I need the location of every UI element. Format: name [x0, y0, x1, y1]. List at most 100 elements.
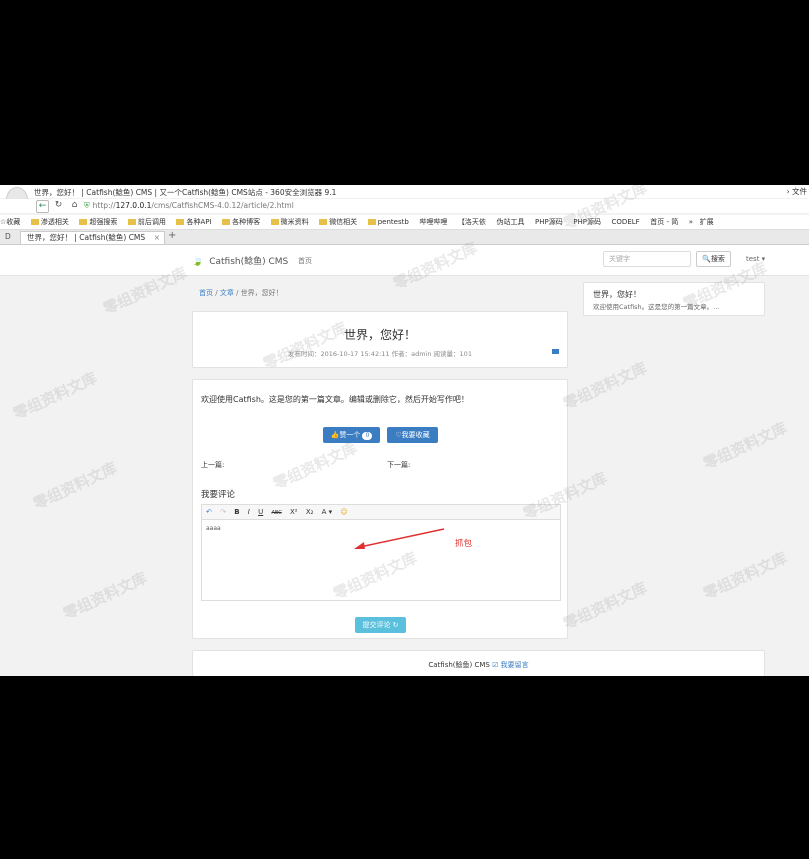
- site-brand[interactable]: 🍃 Catfish(鲶鱼) CMS: [192, 254, 288, 267]
- breadcrumb-home[interactable]: 首页: [199, 289, 213, 297]
- undo-icon[interactable]: ↶: [206, 505, 212, 520]
- breadcrumb-separator: /: [215, 289, 218, 297]
- redo-icon[interactable]: ↷: [220, 505, 226, 520]
- new-tab-icon[interactable]: +: [168, 230, 176, 241]
- search-button-label: 搜索: [710, 255, 725, 263]
- subscript-icon[interactable]: X₂: [306, 505, 314, 520]
- breadcrumb-separator: /: [236, 289, 239, 297]
- bookmark-item[interactable]: 各种博客: [222, 215, 264, 229]
- screenshot-area: 世界，您好！ | Catfish(鲶鱼) CMS | 又一个Catfish(鲶鱼…: [0, 185, 809, 676]
- sidebar-recent-panel: 世界，您好！ 欢迎使用Catfish。这是您的第一篇文章。...: [583, 282, 765, 316]
- bookmark-item[interactable]: CODELF: [612, 215, 644, 229]
- bookmark-item[interactable]: PHP源码: [535, 215, 567, 229]
- favorite-label: 我要收藏: [401, 431, 430, 439]
- bookmark-item[interactable]: 哔哩哔哩: [419, 215, 451, 229]
- address-bar-row: ← ↻ ⌂ ⛨ http://127.0.0.1/cms/CatfishCMS-4…: [0, 199, 809, 213]
- tab-sidebar-toggle[interactable]: D: [5, 232, 11, 241]
- search-input[interactable]: 关键字: [603, 251, 691, 267]
- bookmark-label: 【洛天依: [457, 218, 486, 226]
- sidebar-article-title[interactable]: 世界，您好！: [593, 289, 641, 300]
- bookmark-label: 前后调用: [137, 218, 166, 226]
- annotation-arrow-icon: [354, 528, 445, 549]
- footer-brand: Catfish(鲶鱼) CMS: [428, 661, 490, 669]
- shield-icon: ⛨: [84, 201, 90, 210]
- bookmark-favorites[interactable]: ☆收藏: [0, 215, 24, 229]
- bookmark-label: 哔哩哔哩: [419, 218, 448, 226]
- browser-titlebar: 世界，您好！ | Catfish(鲶鱼) CMS | 又一个Catfish(鲶鱼…: [0, 185, 809, 213]
- chevron-right-icon: ›: [786, 187, 790, 196]
- bookmark-item[interactable]: 微米资料: [270, 215, 313, 229]
- article-meta: 发布时间：2016-10-17 15:42:11 作者：admin 阅读量：10…: [288, 350, 472, 358]
- bookmark-item[interactable]: 伪站工具: [496, 215, 528, 229]
- superscript-icon[interactable]: X²: [290, 505, 298, 520]
- bookmark-extensions[interactable]: 扩展: [700, 215, 714, 229]
- search-button[interactable]: 🔍搜索: [696, 251, 731, 267]
- folder-icon: [79, 219, 88, 225]
- bookmark-label: pentestb: [377, 218, 409, 226]
- folder-icon: [270, 219, 279, 225]
- bookmark-item[interactable]: 渗透相关: [30, 215, 73, 229]
- article-intro: 欢迎使用Catfish。这是您的第一篇文章。编辑或删除它，然后开始写作吧！: [201, 395, 469, 404]
- close-icon[interactable]: ×: [154, 232, 160, 244]
- bookmarks-bar: ☆收藏 渗透相关 超强搜索 前后调用 各种API 各种博客 微米资料 微信相关 …: [0, 215, 809, 230]
- footer-text: Catfish(鲶鱼) CMS ☑ 我要留言: [193, 660, 764, 670]
- bookmark-item[interactable]: 前后调用: [127, 215, 170, 229]
- bookmark-item[interactable]: PHP源码: [573, 215, 605, 229]
- strikethrough-icon[interactable]: ABC: [271, 506, 281, 521]
- web-page: 🍃 Catfish(鲶鱼) CMS 首页 关键字 🔍搜索 test ▾ 首页 / …: [0, 245, 809, 676]
- bookmark-label: 微信相关: [329, 218, 358, 226]
- bookmark-label: 渗透相关: [40, 218, 69, 226]
- search-icon: 🔍: [702, 255, 711, 263]
- file-menu[interactable]: › 文件: [787, 186, 807, 197]
- emoji-icon[interactable]: ☺: [340, 505, 347, 520]
- like-button[interactable]: 👍赞一个 0: [323, 427, 380, 443]
- bookmark-label: PHP源码: [573, 218, 601, 226]
- breadcrumb-current: 世界，您好！: [240, 289, 283, 297]
- comment-editor[interactable]: ↶ ↷ B I U ABC X² X₂ A ▾ ☺ aaaa 抓包: [201, 504, 561, 601]
- comment-icon[interactable]: [552, 349, 559, 354]
- annotation-label: 抓包: [455, 539, 473, 549]
- editor-content[interactable]: aaaa: [206, 525, 221, 532]
- bookmark-more[interactable]: »: [689, 215, 693, 229]
- prev-article-label: 上一篇:: [201, 461, 225, 469]
- article-title: 世界，您好！: [343, 328, 416, 342]
- home-icon[interactable]: ⌂: [69, 200, 80, 211]
- bookmark-label: PHP源码: [535, 218, 563, 226]
- site-navbar: 🍃 Catfish(鲶鱼) CMS 首页 关键字 🔍搜索 test ▾: [0, 245, 809, 276]
- bookmark-item[interactable]: pentestb: [367, 215, 413, 229]
- bookmark-label: CODELF: [611, 218, 640, 226]
- bookmark-label: 各种API: [186, 218, 212, 226]
- leaf-icon: 🍃: [192, 257, 204, 267]
- folder-icon: [367, 219, 376, 225]
- bookmark-item[interactable]: 微信相关: [319, 215, 361, 229]
- font-color-icon[interactable]: A ▾: [322, 505, 333, 520]
- user-menu[interactable]: test ▾: [746, 255, 765, 263]
- page-footer: Catfish(鲶鱼) CMS ☑ 我要留言: [192, 650, 765, 676]
- back-icon[interactable]: ←: [36, 200, 49, 213]
- article-body: 欢迎使用Catfish。这是您的第一篇文章。编辑或删除它，然后开始写作吧！ 👍赞…: [192, 379, 568, 639]
- url-field[interactable]: ⛨ http://127.0.0.1/cms/CatfishCMS-4.0.12/…: [84, 200, 384, 211]
- bookmark-item[interactable]: 【洛天依: [458, 215, 490, 229]
- favorite-button[interactable]: ♡我要收藏: [387, 427, 438, 443]
- like-count-badge: 0: [362, 432, 373, 440]
- submit-comment-button[interactable]: 提交评论 ↻: [355, 617, 406, 633]
- folder-icon: [176, 219, 185, 225]
- editor-toolbar: ↶ ↷ B I U ABC X² X₂ A ▾ ☺: [202, 505, 560, 520]
- file-menu-label: 文件: [792, 187, 807, 196]
- breadcrumb-category[interactable]: 文章: [220, 289, 234, 297]
- url-host: 127.0.0.1: [115, 201, 152, 210]
- bookmark-label: 收藏: [6, 218, 21, 226]
- tab-label: 世界，您好！ | Catfish(鲶鱼) CMS: [27, 233, 146, 242]
- tab-active[interactable]: 世界，您好！ | Catfish(鲶鱼) CMS ×: [20, 231, 165, 244]
- bold-icon[interactable]: B: [234, 505, 239, 520]
- bookmark-item[interactable]: 各种API: [176, 215, 215, 229]
- folder-icon: [319, 219, 328, 225]
- nav-home-link[interactable]: 首页: [298, 256, 312, 266]
- window-title: 世界，您好！ | Catfish(鲶鱼) CMS | 又一个Catfish(鲶鱼…: [34, 188, 337, 197]
- italic-icon[interactable]: I: [248, 505, 250, 520]
- guestbook-link[interactable]: ☑ 我要留言: [492, 661, 529, 669]
- bookmark-item[interactable]: 超强搜索: [79, 215, 121, 229]
- underline-icon[interactable]: U: [258, 505, 263, 520]
- reload-icon[interactable]: ↻: [53, 200, 64, 211]
- bookmark-item[interactable]: 首页 - 简: [650, 215, 682, 229]
